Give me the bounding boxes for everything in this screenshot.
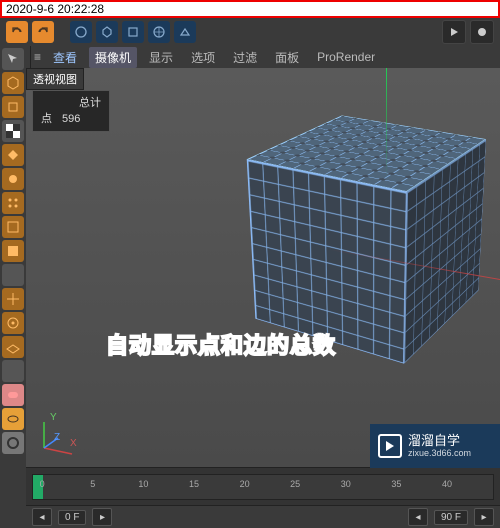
frame-end-prev[interactable]: ◂ <box>408 508 428 526</box>
axis-label-z: Z <box>54 432 60 443</box>
axis-gizmo: Y X Z <box>32 414 78 460</box>
play-prev-button[interactable]: ◂ <box>32 508 52 526</box>
timestamp-overlay: 2020-9-6 20:22:28 <box>0 0 500 18</box>
tool-cube[interactable] <box>2 72 24 94</box>
tool-sep1 <box>2 264 24 286</box>
tool-brush[interactable] <box>2 168 24 190</box>
tool-liveselect[interactable] <box>2 48 24 70</box>
tool-faces[interactable] <box>2 240 24 262</box>
annotation-text: 自动显示点和边的总数 <box>106 328 336 360</box>
tick: 30 <box>341 479 351 489</box>
record-button[interactable] <box>470 20 494 44</box>
status-bar: ◂ 0 F ▸ ◂ 90 F ▸ <box>26 505 500 528</box>
redo-button[interactable] <box>32 21 54 43</box>
prim-button-2[interactable] <box>96 21 118 43</box>
viewport-title: 透视视图 <box>26 68 84 90</box>
tool-snap[interactable] <box>2 312 24 334</box>
menu-options[interactable]: 选项 <box>185 47 221 68</box>
menu-file-icon[interactable]: ≡ <box>34 50 41 64</box>
prim-button-3[interactable] <box>122 21 144 43</box>
tool-edges[interactable] <box>2 216 24 238</box>
prim-button-5[interactable] <box>174 21 196 43</box>
tool-poly[interactable] <box>2 144 24 166</box>
viewport-menu-bar: ≡ 查看 摄像机 显示 选项 过滤 面板 ProRender <box>26 46 500 68</box>
hud-points-label: 点 <box>41 111 52 127</box>
tool-misc2[interactable] <box>2 408 24 430</box>
menu-panel[interactable]: 面板 <box>269 47 305 68</box>
tick: 5 <box>90 479 95 489</box>
frame-start-field[interactable]: 0 F <box>58 510 86 525</box>
prim-button-4[interactable] <box>148 21 170 43</box>
tick: 20 <box>240 479 250 489</box>
playback-button[interactable] <box>442 20 466 44</box>
menu-filter[interactable]: 过滤 <box>227 47 263 68</box>
prim-button-1[interactable] <box>70 21 92 43</box>
watermark-url: zixue.3d66.com <box>408 448 471 458</box>
tick: 10 <box>138 479 148 489</box>
play-icon <box>378 434 402 458</box>
axis-label-y: Y <box>50 412 57 423</box>
world-axis-y <box>386 68 387 178</box>
undo-button[interactable] <box>6 21 28 43</box>
tick: 0 <box>40 479 45 489</box>
top-toolbar <box>0 18 500 47</box>
hud-points-value: 596 <box>62 111 80 127</box>
frame-end-field[interactable]: 90 F <box>434 510 468 525</box>
watermark-title: 溜溜自学 <box>408 434 471 448</box>
scene-cube[interactable] <box>282 148 500 348</box>
perspective-viewport[interactable]: 透视视图 总计 点 596 自动显示点和边的总数 Y X Z <box>26 68 500 468</box>
menu-prorender[interactable]: ProRender <box>311 48 381 66</box>
tool-points[interactable] <box>2 192 24 214</box>
timeline[interactable]: 0 5 10 15 20 25 30 35 40 <box>26 467 500 506</box>
hud-total-label: 总计 <box>79 95 101 111</box>
tool-sep2 <box>2 360 24 382</box>
tool-workplane[interactable] <box>2 336 24 358</box>
frame-end-next[interactable]: ▸ <box>474 508 494 526</box>
tool-checker[interactable] <box>2 120 24 142</box>
play-next-button[interactable]: ▸ <box>92 508 112 526</box>
timeline-track[interactable]: 0 5 10 15 20 25 30 35 40 <box>32 474 494 500</box>
tick: 35 <box>391 479 401 489</box>
menu-view[interactable]: 查看 <box>47 47 83 68</box>
tool-misc1[interactable] <box>2 384 24 406</box>
timeline-ticks: 0 5 10 15 20 25 30 35 40 <box>33 475 493 499</box>
tick: 25 <box>290 479 300 489</box>
menu-camera[interactable]: 摄像机 <box>89 47 137 68</box>
tool-axis[interactable] <box>2 288 24 310</box>
tool-misc3[interactable] <box>2 432 24 454</box>
tick: 15 <box>189 479 199 489</box>
menu-display[interactable]: 显示 <box>143 47 179 68</box>
hud-stats: 总计 点 596 <box>32 90 110 132</box>
axis-label-x: X <box>70 438 77 449</box>
watermark-badge: 溜溜自学 zixue.3d66.com <box>370 424 500 468</box>
tick: 40 <box>442 479 452 489</box>
tool-edit[interactable] <box>2 96 24 118</box>
